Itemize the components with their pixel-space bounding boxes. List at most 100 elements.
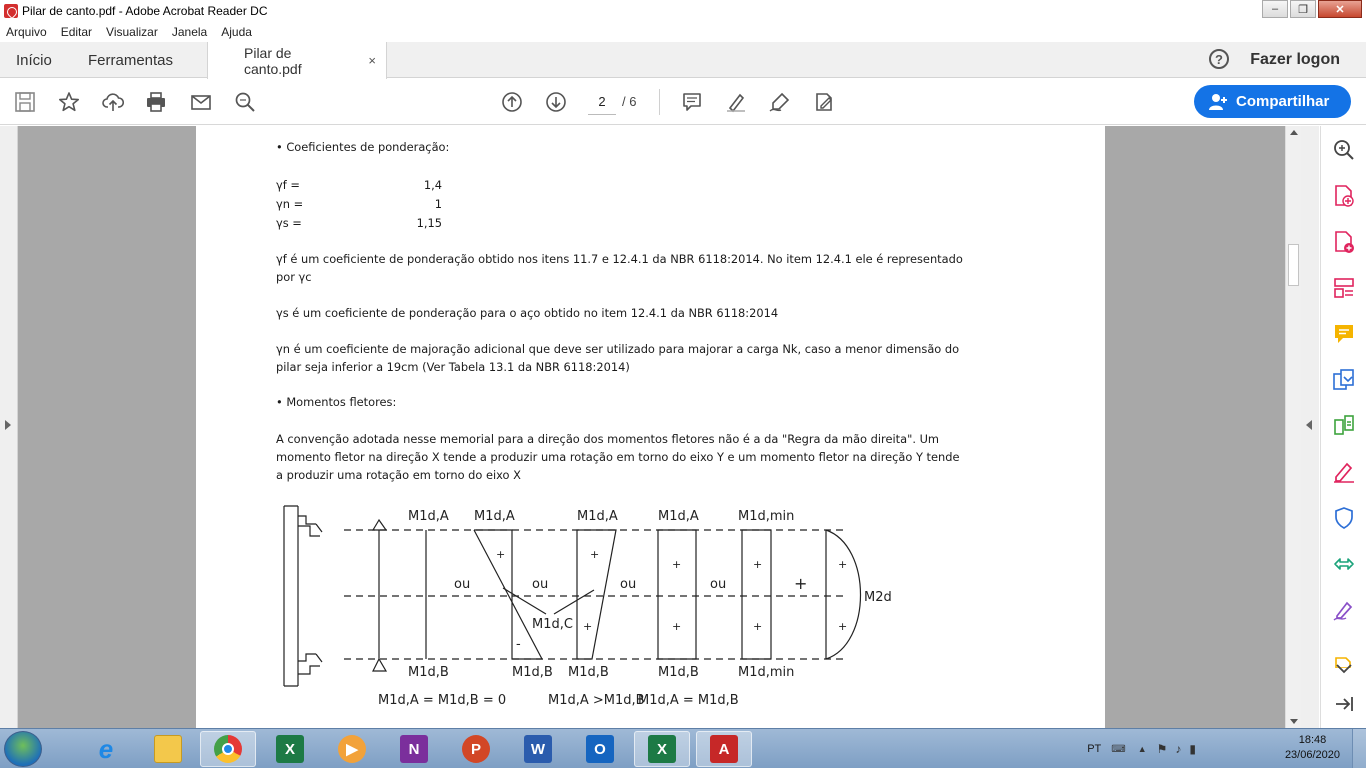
- plus-5b: +: [753, 620, 762, 633]
- vertical-scrollbar[interactable]: [1285, 126, 1301, 728]
- previous-page-icon[interactable]: [500, 90, 524, 114]
- tools-pane: [1320, 126, 1366, 728]
- protect-icon[interactable]: [1332, 506, 1356, 530]
- gamma-n-label: γn =: [276, 197, 304, 211]
- convert-pdf-icon[interactable]: [1332, 552, 1356, 576]
- send-for-signature-icon[interactable]: [1332, 598, 1356, 622]
- folder-icon: [154, 735, 182, 763]
- email-icon[interactable]: [189, 90, 213, 114]
- top-label-5: M1d,min: [738, 509, 794, 524]
- gamma-s-label: γs =: [276, 216, 302, 230]
- help-icon[interactable]: ?: [1209, 49, 1229, 69]
- gamma-n-value: 1: [434, 197, 442, 211]
- window-title: Pilar de canto.pdf - Adobe Acrobat Reade…: [22, 4, 268, 18]
- search-icon[interactable]: [233, 90, 257, 114]
- zoom-in-icon[interactable]: [1332, 138, 1356, 162]
- close-tab-icon[interactable]: ×: [368, 53, 376, 68]
- taskbar-chrome[interactable]: [200, 731, 256, 767]
- organize-pages-icon[interactable]: [1332, 276, 1356, 300]
- title-bar: Pilar de canto.pdf - Adobe Acrobat Reade…: [0, 0, 1366, 22]
- taskbar-word[interactable]: W: [510, 731, 566, 767]
- tray-expand-icon[interactable]: ▲: [1138, 744, 1147, 754]
- excel-icon: X: [276, 735, 304, 763]
- collapse-right-icon: [1306, 420, 1312, 430]
- top-label-3: M1d,A: [577, 509, 618, 524]
- create-pdf-icon[interactable]: [1332, 184, 1356, 208]
- ou-label-3: ou: [620, 577, 636, 592]
- volume-icon[interactable]: ♪: [1175, 742, 1181, 756]
- taskbar-onenote[interactable]: N: [386, 731, 442, 767]
- toolbar-divider: [659, 89, 660, 115]
- language-indicator[interactable]: PT: [1087, 743, 1101, 755]
- taskbar-excel[interactable]: X: [262, 731, 318, 767]
- right-panel-toggle[interactable]: [1301, 126, 1319, 728]
- network-icon[interactable]: ▮: [1189, 742, 1196, 756]
- menu-visualizar[interactable]: Visualizar: [106, 25, 158, 39]
- export-pdf-icon[interactable]: [1332, 230, 1356, 254]
- plus-5a: +: [753, 558, 762, 571]
- show-desktop-button[interactable]: [1352, 729, 1366, 768]
- scroll-down-icon[interactable]: [1290, 719, 1298, 724]
- scroll-up-icon[interactable]: [1290, 130, 1298, 135]
- page-number-input[interactable]: 2: [588, 91, 616, 115]
- fill-sign-icon[interactable]: [812, 90, 836, 114]
- comment-tool-icon[interactable]: [1332, 322, 1356, 346]
- top-label-4: M1d,A: [658, 509, 699, 524]
- plus-m2d-a: +: [838, 558, 847, 571]
- plus-sign-big: +: [794, 574, 807, 593]
- minimize-button[interactable]: –: [1262, 0, 1288, 18]
- paragraph-gamma-s: γs é um coeficiente de ponderação para o…: [276, 306, 779, 320]
- bottom-label-3: M1d,B: [568, 665, 609, 680]
- close-button[interactable]: ✕: [1318, 0, 1362, 18]
- taskbar-media-player[interactable]: ▶: [324, 731, 380, 767]
- tab-document[interactable]: Pilar de canto.pdf ×: [207, 42, 387, 79]
- ou-label-1: ou: [454, 577, 470, 592]
- menu-arquivo[interactable]: Arquivo: [6, 25, 47, 39]
- paragraph-gamma-n-line1: γn é um coeficiente de majoração adicion…: [276, 342, 960, 356]
- sign-icon[interactable]: [768, 90, 792, 114]
- clock-time: 18:48: [1298, 734, 1327, 746]
- taskbar-outlook[interactable]: O: [572, 731, 628, 767]
- edit-pdf-icon[interactable]: [1332, 414, 1356, 438]
- print-icon[interactable]: [144, 90, 168, 114]
- tab-inicio[interactable]: Início: [16, 42, 52, 78]
- keyboard-icon[interactable]: ⌨: [1111, 744, 1125, 755]
- top-label-2: M1d,A: [474, 509, 515, 524]
- upload-cloud-icon[interactable]: [101, 90, 125, 114]
- star-icon[interactable]: [57, 90, 81, 114]
- combine-files-icon[interactable]: [1332, 368, 1356, 392]
- comment-icon[interactable]: [680, 90, 704, 114]
- highlight-pen-icon[interactable]: [724, 90, 748, 114]
- fill-and-sign-icon[interactable]: [1332, 460, 1356, 484]
- taskbar-file-explorer[interactable]: [140, 731, 196, 767]
- save-icon[interactable]: [13, 90, 37, 114]
- taskbar-powerpoint[interactable]: P: [448, 731, 504, 767]
- bottom-label-2: M1d,B: [512, 665, 553, 680]
- menu-janela[interactable]: Janela: [172, 25, 207, 39]
- share-button[interactable]: Compartilhar: [1194, 85, 1351, 118]
- bottom-label-4: M1d,B: [658, 665, 699, 680]
- maximize-button[interactable]: ❐: [1290, 0, 1316, 18]
- tab-ferramentas[interactable]: Ferramentas: [88, 42, 173, 78]
- taskbar-acrobat[interactable]: A: [696, 731, 752, 767]
- menu-ajuda[interactable]: Ajuda: [221, 25, 252, 39]
- chevron-down-icon[interactable]: [1332, 656, 1356, 680]
- gamma-f-label: γf =: [276, 178, 300, 192]
- taskbar-internet-explorer[interactable]: e: [78, 731, 134, 767]
- left-panel-toggle[interactable]: [0, 126, 18, 728]
- menu-editar[interactable]: Editar: [61, 25, 92, 39]
- tab-ferramentas-label: Ferramentas: [88, 51, 174, 69]
- scrollbar-thumb[interactable]: [1288, 244, 1299, 286]
- system-tray: PT ⌨ ▲ ⚑ ♪ ▮: [1087, 729, 1196, 768]
- action-center-flag-icon[interactable]: ⚑: [1157, 742, 1168, 756]
- caption-2: M1d,A >M1d,B: [548, 693, 645, 708]
- next-page-icon[interactable]: [544, 90, 568, 114]
- login-button[interactable]: Fazer logon: [1250, 51, 1340, 69]
- bullet-momentos: • Momentos fletores:: [276, 395, 397, 409]
- clock[interactable]: 18:48 23/06/2020: [1285, 733, 1340, 763]
- clock-date: 23/06/2020: [1284, 749, 1340, 761]
- paragraph-convencao-line1: A convenção adotada nesse memorial para …: [276, 432, 940, 446]
- taskbar-excel-2[interactable]: X: [634, 731, 690, 767]
- collapse-pane-icon[interactable]: [1332, 692, 1356, 716]
- start-button[interactable]: [4, 731, 42, 767]
